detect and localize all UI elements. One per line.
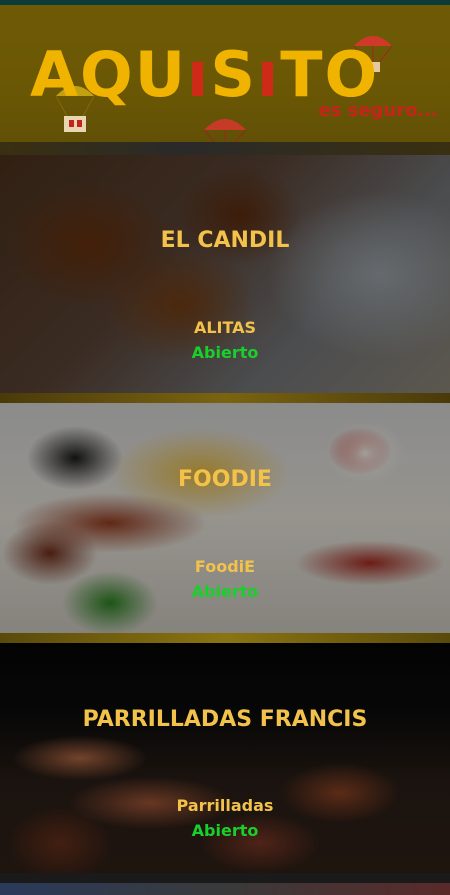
restaurant-card-parrilladas-francis[interactable]: PARRILLADAS FRANCIS Parrilladas Abierto	[0, 643, 450, 873]
restaurant-status: Abierto	[191, 582, 259, 601]
restaurant-name: PARRILLADAS FRANCIS	[82, 707, 368, 732]
restaurant-category: FoodiE	[194, 557, 256, 576]
restaurant-card-foodie[interactable]: FOODIE FoodiE Abierto	[0, 403, 450, 633]
header-strip	[0, 142, 450, 155]
card-divider	[0, 393, 450, 403]
restaurant-name: EL CANDIL	[160, 228, 290, 253]
restaurant-card-partial[interactable]	[0, 883, 450, 895]
restaurant-name: FOODIE	[178, 467, 272, 492]
app-header: AQUıSıTO es seguro...	[0, 0, 450, 155]
restaurant-category: Parrilladas	[176, 796, 274, 815]
brand-tagline: es seguro...	[318, 100, 438, 121]
restaurant-category: ALITAS	[193, 318, 257, 337]
card-divider	[0, 633, 450, 643]
restaurant-card-el-candil[interactable]: EL CANDIL ALITAS Abierto	[0, 155, 450, 393]
card-divider	[0, 873, 450, 883]
restaurant-status: Abierto	[191, 821, 259, 840]
restaurant-status: Abierto	[191, 343, 259, 362]
